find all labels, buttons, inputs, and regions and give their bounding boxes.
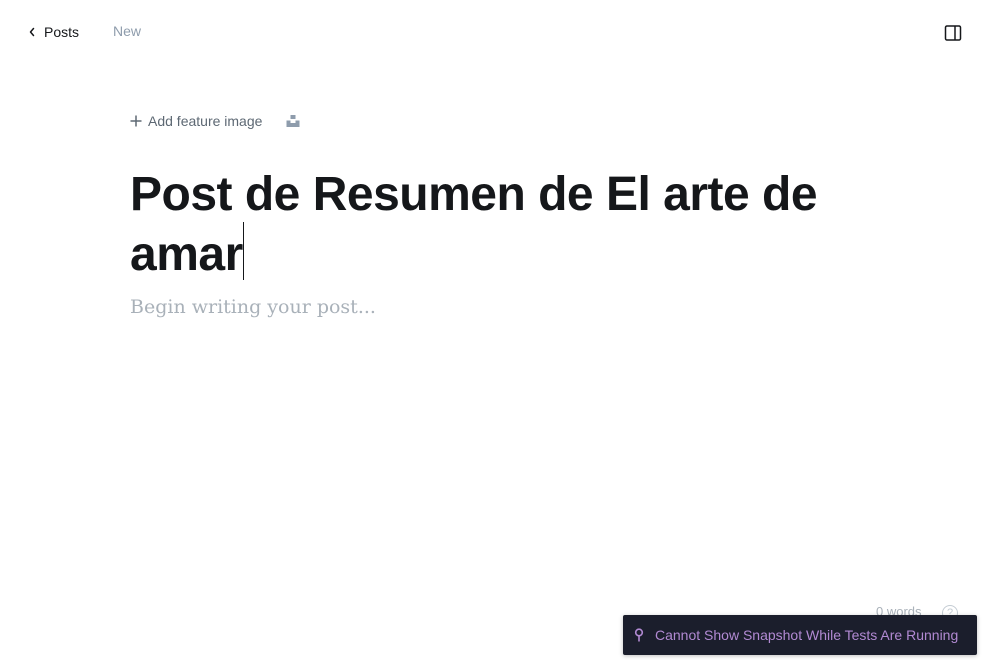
editor-header: Posts New bbox=[0, 0, 1000, 64]
feature-image-row: Add feature image bbox=[130, 111, 300, 131]
add-feature-image-label: Add feature image bbox=[148, 113, 263, 129]
back-to-posts-link[interactable]: Posts bbox=[28, 22, 79, 42]
post-body-editor[interactable]: Begin writing your post... bbox=[130, 296, 376, 318]
post-title-input[interactable]: Post de Resumen de El arte de amar bbox=[130, 168, 850, 282]
back-link-label: Posts bbox=[44, 24, 80, 40]
add-feature-image-button[interactable]: Add feature image bbox=[130, 113, 262, 129]
post-title-text: Post de Resumen de El arte de amar bbox=[130, 168, 818, 281]
plus-icon bbox=[130, 115, 142, 127]
unsplash-icon[interactable] bbox=[286, 114, 300, 128]
sidebar-toggle-icon[interactable] bbox=[944, 24, 962, 42]
test-runner-toast: Cannot Show Snapshot While Tests Are Run… bbox=[623, 615, 977, 655]
post-editor: Posts New Add feature image Post de Resu… bbox=[0, 0, 1000, 660]
text-cursor bbox=[242, 222, 244, 280]
toast-message: Cannot Show Snapshot While Tests Are Run… bbox=[655, 627, 959, 643]
chevron-left-icon bbox=[29, 27, 35, 37]
post-status-label: New bbox=[113, 23, 142, 39]
pin-icon bbox=[634, 628, 644, 642]
